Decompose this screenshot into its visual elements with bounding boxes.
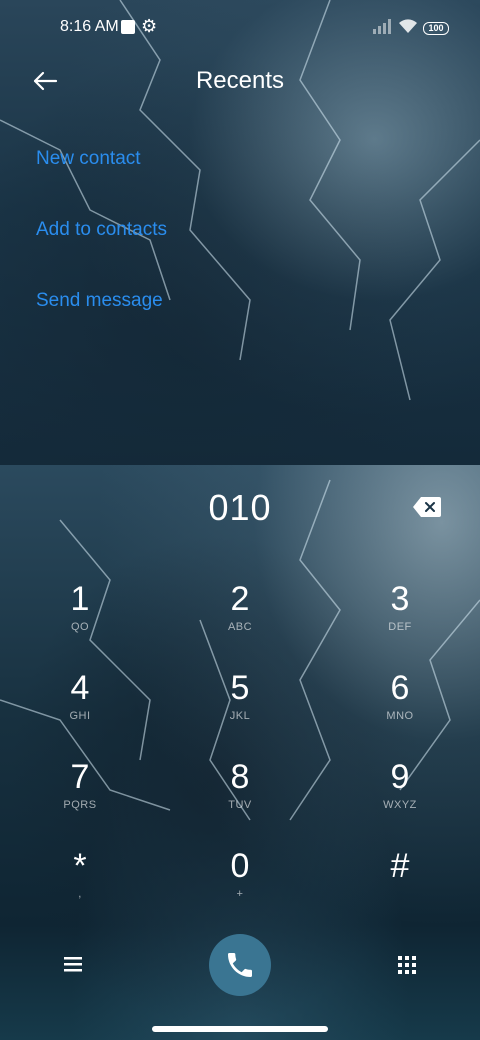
key-hash[interactable]: # — [340, 846, 460, 930]
dialed-number: 010 — [208, 487, 272, 528]
page-title: Recents — [195, 67, 285, 94]
status-time: 8:16 AM — [60, 18, 119, 35]
add-to-contacts-link[interactable]: Add to contacts — [36, 219, 167, 241]
dialpad-icon[interactable] — [396, 954, 418, 976]
key-7[interactable]: 7 PQRS — [20, 757, 140, 841]
key-9[interactable]: 9 WXYZ — [340, 757, 460, 841]
wifi-icon — [399, 19, 417, 33]
backspace-icon[interactable] — [412, 495, 442, 519]
phone-icon — [228, 953, 252, 977]
send-message-link[interactable]: Send message — [36, 290, 163, 312]
key-3[interactable]: 3 DEF — [340, 579, 460, 663]
gear-icon: ⚙ — [141, 16, 158, 36]
call-button[interactable] — [209, 934, 271, 996]
key-8[interactable]: 8 TUV — [180, 757, 300, 841]
key-1[interactable]: 1 QO — [20, 579, 140, 663]
hamburger-menu-icon[interactable] — [62, 955, 84, 973]
new-contact-link[interactable]: New contact — [36, 148, 141, 170]
key-2[interactable]: 2 ABC — [180, 579, 300, 663]
home-indicator[interactable] — [152, 1026, 328, 1032]
signal-icon — [373, 19, 391, 34]
key-4[interactable]: 4 GHI — [20, 668, 140, 752]
key-5[interactable]: 5 JKL — [180, 668, 300, 752]
battery-indicator: 100 — [423, 22, 449, 35]
key-0[interactable]: 0 + — [180, 846, 300, 930]
status-bar: 8:16 AM ⚙ 100 — [0, 0, 480, 56]
notification-square-icon — [121, 20, 135, 34]
key-star[interactable]: *, — [20, 846, 140, 930]
key-6[interactable]: 6 MNO — [340, 668, 460, 752]
